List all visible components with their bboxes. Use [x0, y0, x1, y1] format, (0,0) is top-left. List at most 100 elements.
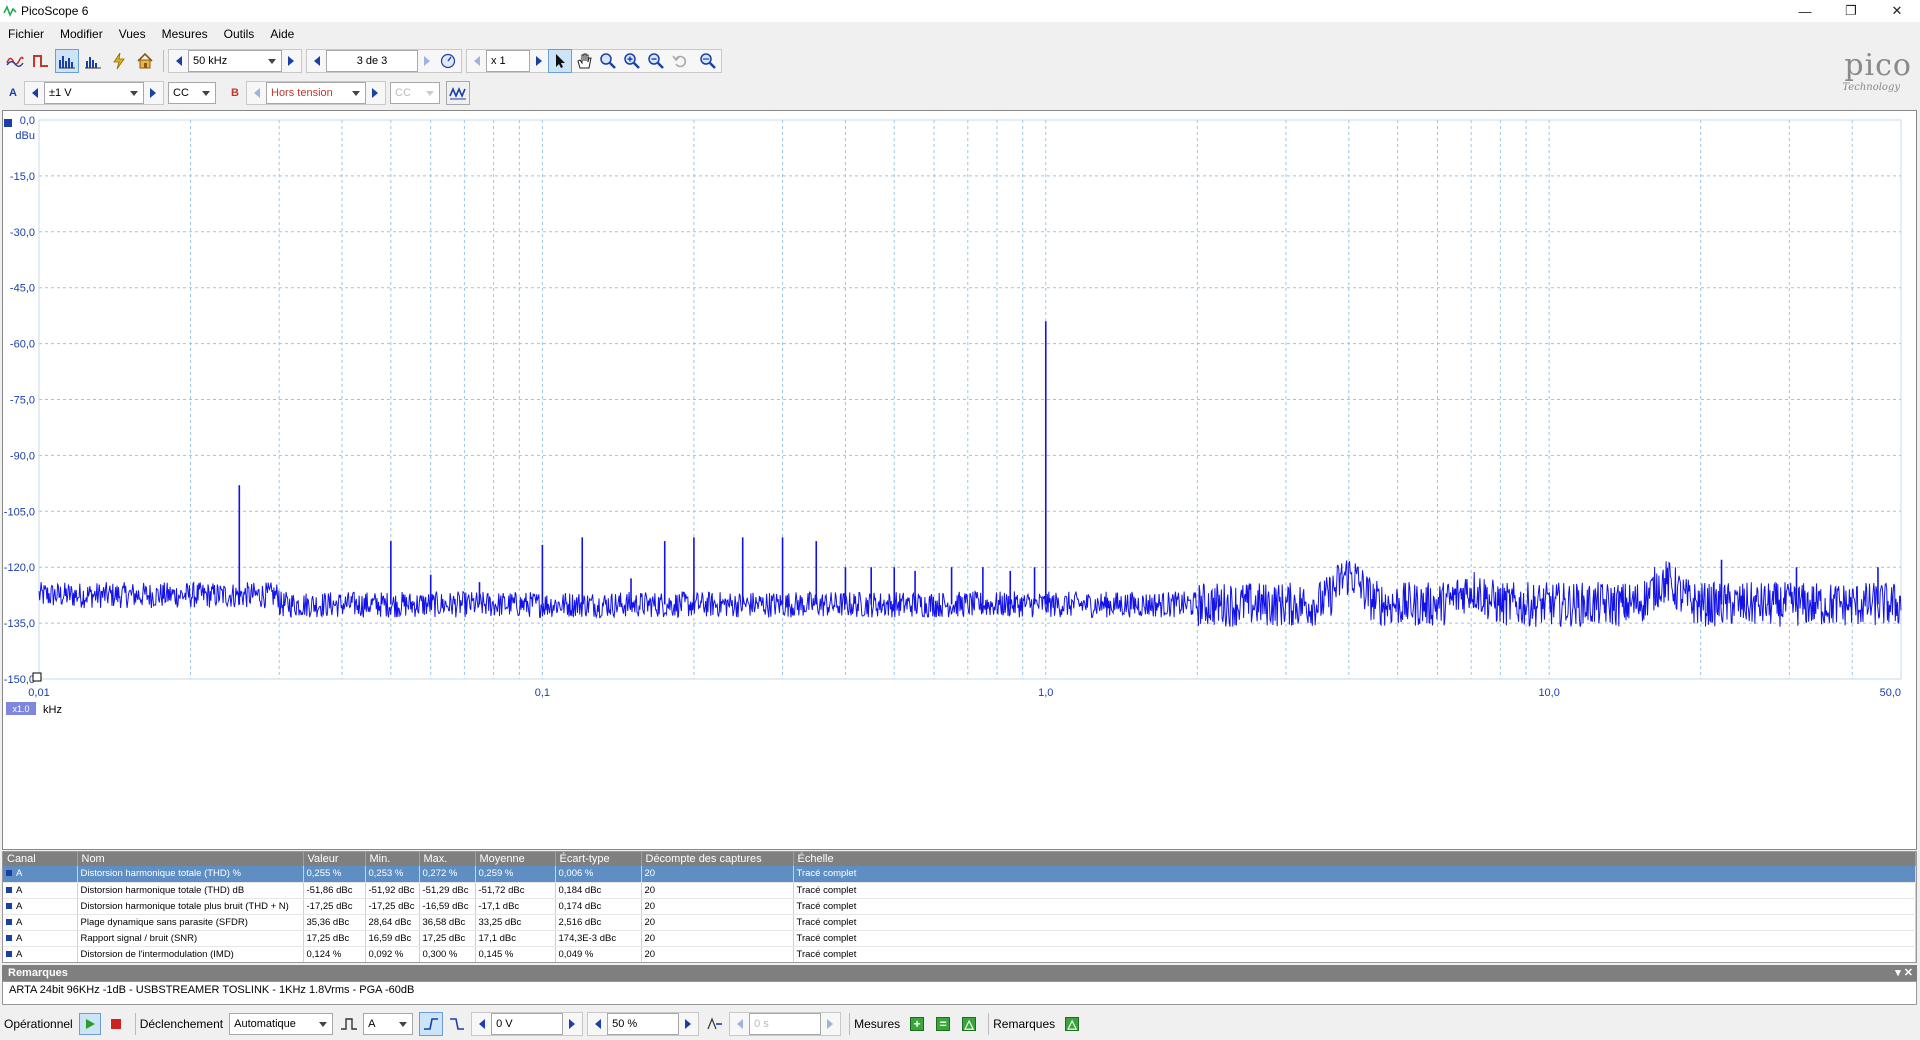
falling-edge-icon[interactable] — [445, 1012, 469, 1036]
post-trigger-delay-icon[interactable] — [703, 1012, 727, 1036]
zoom-in-icon[interactable] — [620, 49, 644, 73]
measurement-cell: Tracé complet — [793, 898, 1916, 915]
channel-a-range-increase[interactable] — [144, 82, 162, 104]
add-spectrum-view-icon[interactable] — [81, 49, 105, 73]
edit-measurement-button[interactable]: = — [932, 1013, 954, 1035]
column-header[interactable]: Décompte des captures — [641, 852, 794, 866]
trigger-level-input[interactable]: 0 V — [491, 1013, 564, 1035]
close-button[interactable]: ✕ — [1874, 0, 1920, 22]
spectrum-mode-icon[interactable] — [55, 49, 79, 73]
measurement-cell: 17,25 dBc — [303, 930, 366, 947]
channel-a-range-select[interactable]: ±1 V — [44, 82, 144, 104]
maximize-button[interactable]: ❐ — [1828, 0, 1874, 22]
notes-toggle-button[interactable]: △ — [1061, 1013, 1083, 1035]
menu-modifier[interactable]: Modifier — [52, 24, 111, 44]
zoom-factor-decrease-button[interactable] — [468, 50, 486, 72]
column-header[interactable]: Moyenne — [475, 852, 556, 866]
pretrigger-increase[interactable] — [679, 1013, 697, 1035]
measurement-cell: -17,25 dBc — [303, 898, 366, 915]
zoom-out-icon[interactable] — [644, 49, 668, 73]
measurement-channel: A — [16, 884, 23, 896]
run-button[interactable] — [78, 1013, 101, 1035]
menu-fichier[interactable]: Fichier — [0, 24, 52, 44]
measurement-row[interactable]: A Distorsion harmonique totale plus bruit… — [3, 898, 1916, 915]
home-icon[interactable] — [133, 49, 157, 73]
spectrum-trace — [38, 560, 1902, 627]
delay-input[interactable]: 0 s — [749, 1013, 822, 1035]
stop-button[interactable] — [105, 1013, 127, 1035]
column-header[interactable]: Valeur — [303, 852, 366, 866]
trigger-mode-select[interactable]: Automatique — [229, 1013, 334, 1035]
column-header[interactable]: Écart-type — [555, 852, 642, 866]
menu-mesures[interactable]: Mesures — [154, 24, 216, 44]
spectrum-chart[interactable]: 0,0 -15,0 -30,0 -45,0 -60,0 -75,0 -90,0 -105,0 -… — [3, 111, 1916, 849]
running-status-label: Opérationnel — [4, 1017, 73, 1031]
trigger-level-increase[interactable] — [563, 1013, 581, 1035]
measurement-row[interactable]: A Distorsion de l'intermodulation (IMD) 0,… — [3, 946, 1916, 962]
pretrigger-decrease[interactable] — [589, 1013, 607, 1035]
channel-b-range-select[interactable]: Hors tension — [266, 82, 366, 104]
rising-edge-icon[interactable] — [419, 1012, 444, 1036]
column-header[interactable]: Échelle — [793, 852, 1916, 866]
measurement-row[interactable]: A Rapport signal / bruit (SNR) 17,25 dBc 16… — [3, 930, 1916, 947]
channel-b-range-increase[interactable] — [366, 82, 384, 104]
buffer-navigator-icon[interactable] — [436, 49, 460, 73]
zoom-factor-increase-button[interactable] — [530, 50, 548, 72]
column-header[interactable]: Min. — [365, 852, 420, 866]
channel-a-coupling-select[interactable]: CC — [168, 82, 216, 104]
trigger-level-decrease[interactable] — [473, 1013, 491, 1035]
measurement-row[interactable]: A Distorsion harmonique totale (THD) % 0,2… — [3, 866, 1916, 883]
persistence-mode-icon[interactable] — [29, 49, 53, 73]
notes-icon: △ — [1065, 1017, 1080, 1031]
column-header[interactable]: Nom — [77, 852, 304, 866]
zoom-area-icon[interactable] — [596, 49, 620, 73]
timebase-increase-button[interactable] — [282, 50, 300, 72]
measurement-cell: 0,253 % — [365, 866, 420, 883]
measurement-cell: 36,58 dBc — [419, 914, 476, 931]
measurement-row[interactable]: A Distorsion harmonique totale (THD) dB -5… — [3, 882, 1916, 899]
zoom-overview-icon[interactable] — [696, 49, 720, 73]
channel-b-range-decrease[interactable] — [248, 82, 266, 104]
column-header[interactable]: Canal — [3, 852, 78, 866]
timebase-select[interactable]: 50 kHz — [188, 50, 282, 72]
delay-group: 0 s — [729, 1012, 842, 1036]
menu-outils[interactable]: Outils — [216, 24, 263, 44]
trigger-channel-select[interactable]: A — [363, 1013, 414, 1035]
measurement-row[interactable]: A Plage dynamique sans parasite (SFDR) 35,… — [3, 914, 1916, 931]
zoom-factor[interactable]: x 1 — [486, 50, 530, 72]
menu-aide[interactable]: Aide — [262, 24, 302, 44]
channel-b-button[interactable]: B — [224, 82, 246, 104]
pretrigger-input[interactable]: 50 % — [607, 1013, 680, 1035]
measurement-cell: 2,516 dBc — [555, 914, 642, 931]
delay-increase[interactable] — [821, 1013, 839, 1035]
minimize-button[interactable]: — — [1782, 0, 1828, 22]
next-capture-button[interactable] — [418, 50, 436, 72]
channel-a-button[interactable]: A — [2, 82, 24, 104]
channel-b-coupling-select[interactable]: CC — [390, 82, 440, 104]
measurement-cell: -16,59 dBc — [419, 898, 476, 915]
timebase-decrease-button[interactable] — [170, 50, 188, 72]
status-separator — [849, 1013, 851, 1035]
spectrum-view[interactable]: 0,0 -15,0 -30,0 -45,0 -60,0 -75,0 -90,0 -105,0 -… — [2, 110, 1917, 850]
delete-measurement-button[interactable]: △ — [958, 1013, 980, 1035]
scope-mode-icon[interactable] — [3, 49, 27, 73]
pointer-tool-icon[interactable] — [548, 49, 572, 73]
channel-a-range-decrease[interactable] — [26, 82, 44, 104]
auto-setup-icon[interactable] — [107, 49, 131, 73]
notes-text-area[interactable]: ARTA 24bit 96KHz -1dB - USBSTREAMER TOSL… — [2, 981, 1917, 1005]
add-measurement-button[interactable]: + — [906, 1013, 928, 1035]
advanced-trigger-icon[interactable] — [337, 1012, 361, 1036]
undo-zoom-icon[interactable] — [668, 49, 692, 73]
delay-decrease[interactable] — [731, 1013, 749, 1035]
signal-generator-icon[interactable] — [446, 81, 470, 105]
measurement-cell: A — [3, 866, 78, 883]
column-header[interactable]: Max. — [419, 852, 476, 866]
previous-capture-button[interactable] — [308, 50, 326, 72]
notes-pin-close-icons[interactable]: ▾ ✕ — [1895, 965, 1913, 981]
menu-vues[interactable]: Vues — [111, 24, 154, 44]
channel-b-range-group: Hors tension — [246, 81, 386, 105]
hand-pan-icon[interactable] — [572, 49, 596, 73]
measurement-channel: A — [16, 916, 23, 928]
measurement-cell: Plage dynamique sans parasite (SFDR) — [77, 914, 304, 931]
capture-counter[interactable]: 3 de 3 — [326, 50, 418, 72]
